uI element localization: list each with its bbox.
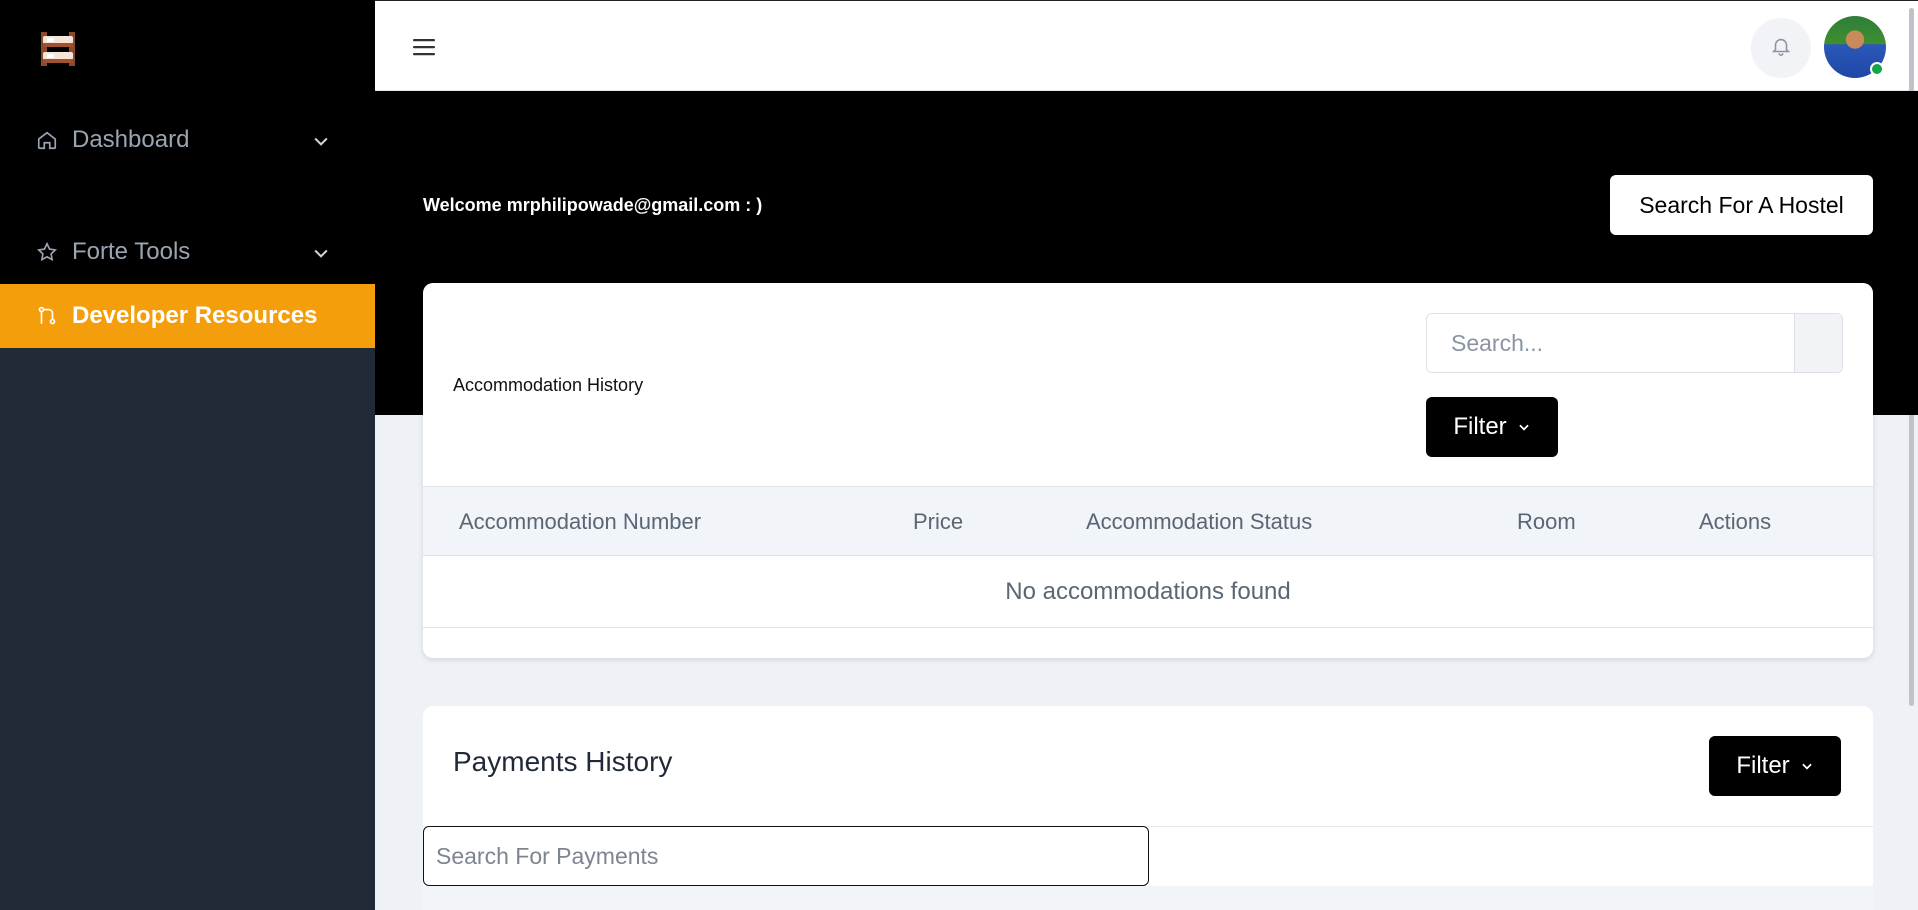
sidebar-item-label: Dashboard <box>72 126 190 153</box>
filter-label: Filter <box>1736 752 1790 779</box>
chevron-down-icon[interactable] <box>311 130 331 150</box>
accommodation-search <box>1426 313 1843 373</box>
home-icon <box>36 129 58 151</box>
star-icon <box>36 241 58 263</box>
empty-state-message: No accommodations found <box>423 556 1873 628</box>
chevron-down-icon <box>1517 413 1531 441</box>
table-header: Accommodation Number Price Accommodation… <box>423 486 1873 556</box>
notifications-button[interactable] <box>1751 18 1811 78</box>
column-header-accommodation-number[interactable]: Accommodation Number <box>459 487 701 557</box>
column-header-price[interactable]: Price <box>913 487 963 557</box>
bell-icon <box>1770 35 1792 62</box>
payments-search-input[interactable] <box>423 826 1149 886</box>
accommodation-filter-button[interactable]: Filter <box>1426 397 1558 457</box>
hamburger-menu-icon[interactable] <box>411 36 437 58</box>
accommodation-search-input[interactable] <box>1427 314 1794 372</box>
sidebar: Dashboard Forte Tools Developer Resource… <box>0 0 375 910</box>
accommodation-history-card: Accommodation History Filter Accommodati… <box>423 283 1873 658</box>
chevron-down-icon[interactable] <box>311 242 331 262</box>
search-addon-button[interactable] <box>1794 314 1842 372</box>
avatar[interactable] <box>1824 16 1886 78</box>
bunk-bed-logo-icon[interactable] <box>37 28 79 70</box>
column-header-accommodation-status[interactable]: Accommodation Status <box>1086 487 1312 557</box>
payments-history-card: Payments History Filter <box>423 706 1873 910</box>
sidebar-item-developer-resources[interactable]: Developer Resources <box>0 284 375 348</box>
accommodation-history-title: Accommodation History <box>453 375 644 395</box>
column-header-actions: Actions <box>1699 509 1772 534</box>
search-hostel-button[interactable]: Search For A Hostel <box>1610 175 1873 235</box>
sidebar-item-forte-tools[interactable]: Forte Tools <box>0 220 375 284</box>
online-status-dot <box>1870 62 1884 76</box>
filter-label: Filter <box>1453 413 1507 440</box>
git-branch-icon <box>36 305 58 327</box>
sidebar-item-label: Forte Tools <box>72 238 191 265</box>
payments-history-title: Payments History <box>453 746 673 777</box>
column-header-room[interactable]: Room <box>1517 487 1576 557</box>
payments-filter-button[interactable]: Filter <box>1709 736 1841 796</box>
chevron-down-icon <box>1800 752 1814 780</box>
top-bar <box>375 0 1918 91</box>
payments-table-header <box>423 886 1873 910</box>
sidebar-item-dashboard[interactable]: Dashboard <box>0 108 375 172</box>
welcome-text: Welcome mrphilipowade@gmail.com : ) <box>423 195 763 215</box>
sidebar-item-label: Developer Resources <box>72 302 318 329</box>
